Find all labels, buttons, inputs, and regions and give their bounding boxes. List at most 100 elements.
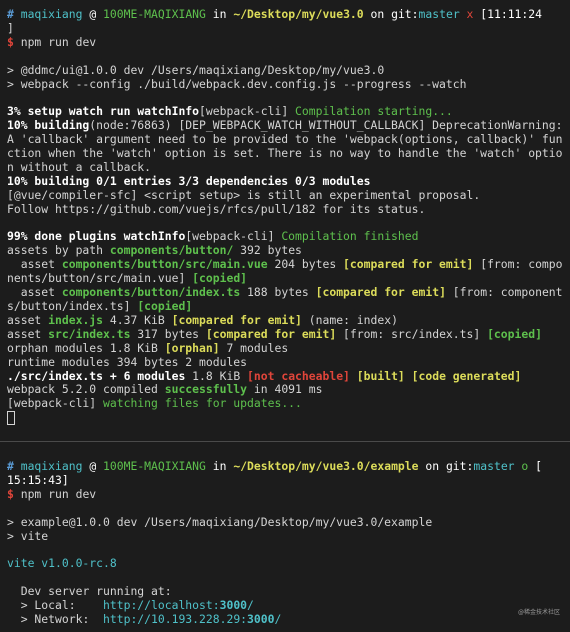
prompt-path: ~/Desktop/my/vue3.0/example (233, 459, 419, 473)
asset-line: asset index.js 4.37 KiB [compared for em… (7, 312, 564, 328)
code-generated-tag: [code generated] (411, 368, 522, 383)
local-url-link[interactable]: http://localhost:3000/ (103, 598, 254, 612)
script-line: > @ddmc/ui@1.0.0 dev /Users/maqixiang/De… (7, 62, 385, 77)
module-line: ./src/index.ts + 6 modules 1.8 KiB [not … (7, 368, 564, 384)
assets-by-path-line: assets by path components/button/ 392 by… (7, 243, 564, 258)
command-text: npm run dev (20, 486, 97, 501)
script-line: > vite (7, 528, 49, 543)
text (405, 369, 412, 383)
module-name: ./src/index.ts + 6 modules (7, 368, 186, 383)
log-bold: 3% setup watch run watchInfo (7, 104, 200, 119)
command-text: npm run dev (20, 34, 97, 49)
prompt-on: on (370, 7, 385, 21)
prompt-git-label: git: (391, 7, 419, 21)
asset-size: 188 bytes (240, 285, 316, 300)
watching-line: [webpack-cli] watching files for updates… (7, 396, 564, 411)
command-line: $ npm run dev (7, 34, 564, 50)
prompt-at: @ (89, 459, 97, 473)
asset-tag: [compared for emit] (315, 285, 446, 300)
url-text: http://localhost: (103, 598, 220, 613)
asset-tag: [compared for emit] (343, 257, 474, 272)
prompt-dollar: $ (7, 34, 14, 49)
asset-size: 317 bytes (130, 326, 206, 341)
url-text: http://10.193.228.29: (103, 611, 248, 626)
asset-size: 204 bytes (267, 257, 344, 272)
prompt-time: [11:11:24 (480, 7, 542, 21)
command-line: $ npm run dev (7, 486, 564, 502)
text: asset (7, 312, 49, 327)
asset-copied-tag: [copied] (137, 298, 193, 313)
text: asset (7, 285, 62, 300)
network-url-line: > Network: http://10.193.228.29:3000/ (7, 611, 564, 627)
prompt-hash: # (7, 7, 14, 21)
text: 392 bytes (233, 243, 302, 258)
url-port: 3000 (219, 598, 248, 613)
asset-from: [from: src/index.ts] (336, 326, 488, 341)
local-url-line: > Local: http://localhost:3000/ (7, 598, 564, 613)
prompt-line: # maqixiang @ 100ME-MAQIXIANG in ~/Deskt… (7, 7, 564, 22)
asset-tag: [compared for emit] (171, 312, 302, 327)
network-label: > Network: (7, 611, 104, 626)
watermark: @稀金技术社区 (517, 609, 560, 617)
log-cli-tag: [webpack-cli] (199, 104, 289, 119)
log-entries-line: 10% building 0/1 entries 3/3 dependencie… (7, 173, 371, 188)
asset-line: asset components/button/index.ts 188 byt… (7, 285, 564, 314)
text: asset (7, 257, 62, 272)
log-message: Compilation finished (274, 229, 419, 244)
prompt-clean-marker: o (521, 459, 529, 473)
prompt-time-close: 15:15:43] (7, 472, 69, 487)
asset-line: asset src/index.ts 317 bytes [compared f… (7, 326, 564, 342)
text: assets by path (7, 243, 110, 258)
url-text: / (274, 611, 282, 626)
script-line: > example@1.0.0 dev /Users/maqixiang/Des… (7, 514, 433, 529)
prompt-at: @ (89, 7, 97, 21)
terminal-cursor[interactable] (7, 411, 15, 426)
log-bold: 99% done plugins watchInfo (7, 229, 186, 244)
prompt-in: in (212, 7, 227, 21)
dev-server-line: Dev server running at: (7, 584, 172, 599)
log-sfc-line: [@vue/compiler-sfc] <script setup> is st… (7, 187, 481, 202)
runtime-line: runtime modules 394 bytes 2 modules (7, 354, 248, 369)
log-message: Compilation starting... (288, 104, 453, 119)
prompt-line: # maqixiang @ 100ME-MAQIXIANG in ~/Deskt… (7, 459, 564, 474)
success-text: successfully (164, 382, 248, 397)
prompt-path: ~/Desktop/my/vue3.0 (233, 7, 364, 21)
prompt-branch: master (418, 7, 460, 21)
prompt-on: on (425, 459, 440, 473)
terminal-pane-top[interactable]: # maqixiang @ 100ME-MAQIXIANG in ~/Deskt… (0, 0, 570, 441)
log-building-line: 10% building(node:76863) [DEP_WEBPACK_WA… (7, 118, 564, 175)
network-url-link[interactable]: http://10.193.228.29:3000/ (103, 612, 281, 626)
prompt-dirty-marker: x (466, 7, 474, 21)
asset-name: index.js (48, 312, 104, 327)
prompt-host: 100ME-MAQIXIANG (103, 7, 206, 21)
prompt-time: [ (535, 459, 542, 473)
asset-name: components/button/index.ts (61, 285, 241, 300)
text: orphan modules 1.8 KiB (7, 340, 165, 355)
log-setup-line: 3% setup watch run watchInfo[webpack-cli… (7, 104, 564, 119)
local-label: > Local: (7, 598, 104, 613)
asset-copied-tag: [copied] (487, 326, 542, 341)
prompt-in: in (212, 459, 227, 473)
orphan-line: orphan modules 1.8 KiB [orphan] 7 module… (7, 340, 564, 356)
log-done-line: 99% done plugins watchInfo[webpack-cli] … (7, 230, 564, 244)
text: asset (7, 326, 49, 341)
log-message: (node:76863) [DEP_WEBPACK_WATCH_WITHOUT_… (7, 118, 570, 174)
prompt-hash: # (7, 459, 14, 473)
terminal-pane-bottom[interactable]: # maqixiang @ 100ME-MAQIXIANG in ~/Deskt… (0, 442, 570, 627)
prompt-dollar: $ (7, 486, 14, 501)
text: 7 modules (219, 340, 289, 355)
asset-name: components/button/src/main.vue (61, 257, 268, 272)
script-line: > webpack --config ./build/webpack.dev.c… (7, 76, 467, 91)
orphan-tag: [orphan] (164, 340, 220, 355)
prompt-host: 100ME-MAQIXIANG (103, 459, 206, 473)
module-size: 1.8 KiB (185, 368, 248, 383)
text: in 4091 ms (247, 382, 323, 397)
prompt-git-label: git: (445, 459, 474, 473)
compiled-line: webpack 5.2.0 compiled successfully in 4… (7, 382, 564, 397)
asset-from: (name: index) (301, 312, 398, 327)
log-cli-tag: [webpack-cli] (7, 396, 97, 411)
